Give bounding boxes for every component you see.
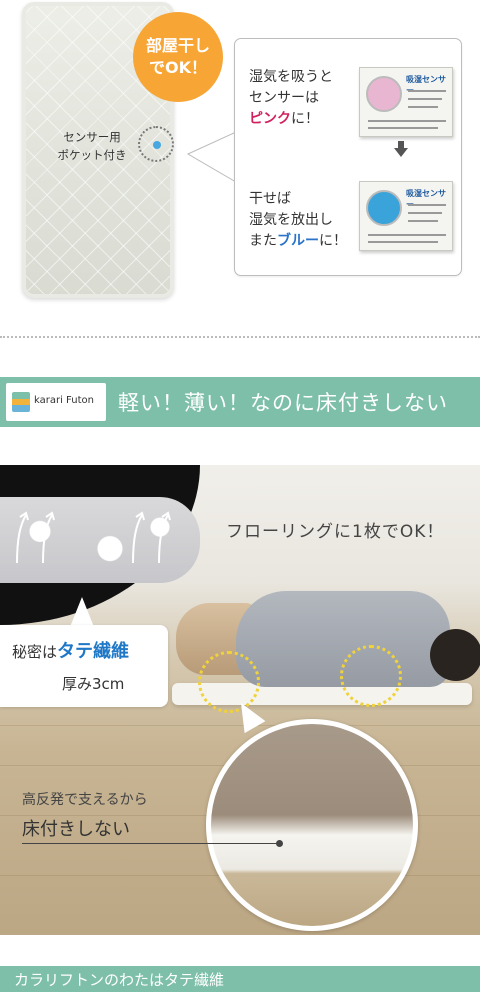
section-divider <box>0 336 480 338</box>
secret-prefix: 秘密は <box>12 643 58 661</box>
pointer-dot <box>276 840 283 847</box>
wet-line3: ピンクに！ <box>249 109 333 130</box>
sensor-title-pink: 吸湿センサー <box>406 75 446 95</box>
up-arrow-icon <box>132 511 145 564</box>
product-photo: フローリングに1枚でOK！ 秘密はタテ繊維 厚み3cm 高反発で支えるから 床付… <box>0 465 480 935</box>
dry-line2: 湿気を放出し <box>249 212 333 228</box>
arrow-down-head-icon <box>394 148 408 157</box>
feature-banner: karari Futon 軽い！薄い！なのに床付きしない <box>0 377 480 427</box>
banner-title: 軽い！薄い！なのに床付きしない <box>118 391 448 415</box>
sensor-pocket-highlight <box>138 126 174 162</box>
pocket-label-line2: ポケット付き <box>57 148 127 162</box>
thickness-label: 厚み3cm <box>62 675 125 693</box>
up-arrow-icon <box>158 511 171 564</box>
sensor-text-line <box>408 204 446 206</box>
sensor-text-line <box>408 90 446 92</box>
up-arrow-icon <box>16 511 29 564</box>
dry-line3: またブルーに！ <box>249 231 347 252</box>
sensor-text-line <box>368 120 446 122</box>
wet-text: 湿気を吸うと センサーは ピンクに！ <box>249 67 333 130</box>
dry-line1: 干せば <box>249 191 291 207</box>
dry-line3-prefix: また <box>249 233 277 249</box>
wet-line3-suffix: に！ <box>291 111 319 127</box>
sensor-dot <box>153 141 161 149</box>
sensor-text-line <box>408 212 442 214</box>
pointer-line <box>22 843 280 844</box>
sensor-text-line <box>368 241 438 243</box>
person-head <box>430 629 480 681</box>
dry-line3-suffix: に！ <box>319 233 347 249</box>
secret-callout-tail <box>70 597 94 627</box>
badge-line2: でOK！ <box>148 58 207 77</box>
sensor-circle-pink <box>366 76 402 112</box>
shoulder-highlight-ring <box>340 645 402 707</box>
wet-line1: 湿気を吸うと <box>249 69 333 85</box>
sensor-text-line <box>368 127 438 129</box>
secret-highlight: タテ繊維 <box>57 641 130 662</box>
pocket-label: センサー用 ポケット付き <box>42 128 142 164</box>
sensor-card-blue: 吸湿センサー <box>359 181 453 251</box>
logo-mark-icon <box>12 392 30 412</box>
section-footer-banner: カラリフトンのわたはタテ繊維 <box>0 966 480 992</box>
bubble-tail <box>186 132 238 183</box>
sensor-title-blue: 吸湿センサー <box>406 189 446 209</box>
sensor-text-line <box>368 234 446 236</box>
pocket-label-line1: センサー用 <box>63 130 121 144</box>
indoor-dry-badge: 部屋干し でOK！ <box>133 12 223 102</box>
no-bottoming-caption: 床付きしない <box>22 819 130 840</box>
badge-line1: 部屋干し <box>145 36 210 55</box>
sensor-circle-blue <box>366 190 402 226</box>
wet-line2: センサーは <box>249 90 319 106</box>
brand-logo: karari Futon <box>6 383 106 421</box>
secret-line: 秘密はタテ繊維 <box>12 637 129 663</box>
support-caption: 高反発で支えるから <box>22 792 148 808</box>
blue-word: ブルー <box>277 233 319 249</box>
flooring-caption: フローリングに1枚でOK！ <box>226 522 445 542</box>
sensor-text-line <box>408 220 438 222</box>
sensor-text-line <box>408 106 438 108</box>
sensor-section: センサー用 ポケット付き 部屋干し でOK！ 湿気を吸うと センサーは ピンクに… <box>0 0 480 310</box>
sensor-text-line <box>408 98 442 100</box>
sensor-card-pink: 吸湿センサー <box>359 67 453 137</box>
up-arrow-icon <box>42 511 55 564</box>
sensor-callout: 湿気を吸うと センサーは ピンクに！ 吸湿センサー 干せば 湿気を放出し またブ… <box>234 38 462 276</box>
pink-word: ピンク <box>249 111 291 127</box>
hip-zoom-closeup <box>206 719 418 931</box>
secret-callout: 秘密はタテ繊維 厚み3cm <box>0 625 168 707</box>
logo-text: karari Futon <box>34 395 94 406</box>
dry-text: 干せば 湿気を放出し またブルーに！ <box>249 189 347 252</box>
footer-title: カラリフトンのわたはタテ繊維 <box>14 971 225 989</box>
